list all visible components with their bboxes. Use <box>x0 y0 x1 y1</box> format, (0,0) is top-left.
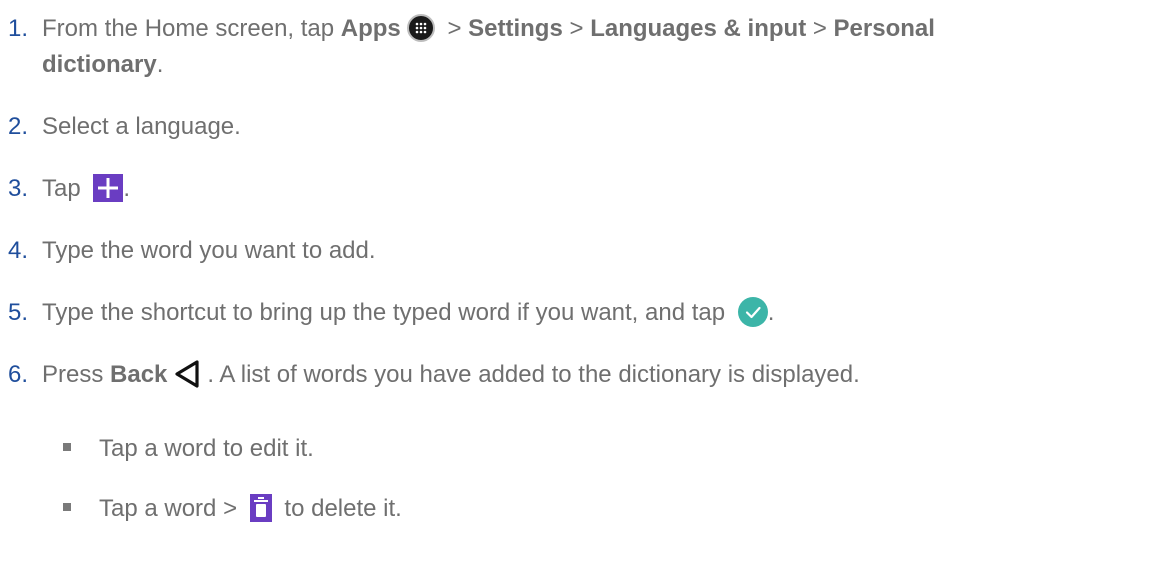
bullet-text: Tap a word > <box>99 495 244 522</box>
settings-label: Settings <box>468 15 563 42</box>
period: . <box>123 175 131 202</box>
step-text: Tap <box>42 175 88 202</box>
bullet-square-icon <box>63 502 71 511</box>
sub-bullet-2: Tap a word > to delete it. <box>63 491 1063 527</box>
separator: > <box>562 15 591 42</box>
period: . <box>156 51 164 78</box>
trash-icon <box>249 493 272 522</box>
step-5: 5. Type the shortcut to bring up the type… <box>8 295 1143 331</box>
separator: > <box>806 15 834 42</box>
personal-label: Personal <box>833 15 935 42</box>
apps-label: Apps <box>340 15 401 42</box>
step-2: 2. Select a language. <box>8 109 1143 145</box>
step-number: 1. <box>8 15 29 42</box>
step-number: 4. <box>8 237 29 264</box>
back-triangle-icon <box>173 359 201 389</box>
step-1-continuation: dictionary. <box>42 47 163 83</box>
step-3: 3. Tap . <box>8 171 1143 207</box>
step-4: 4. Type the word you want to add. <box>8 233 1143 269</box>
dictionary-label: dictionary <box>42 51 157 78</box>
bullet-square-icon <box>63 442 71 451</box>
step-number: 6. <box>8 361 29 388</box>
step-number: 2. <box>8 113 29 140</box>
separator: > <box>440 15 469 42</box>
step-text-continued: . A list of words you have added to the … <box>207 361 860 388</box>
period: . <box>767 299 775 326</box>
step-number: 3. <box>8 175 29 202</box>
step-text: Select a language. <box>42 113 241 140</box>
back-label: Back <box>110 361 168 388</box>
sub-bullet-1: Tap a word to edit it. <box>63 431 1063 467</box>
bullet-text: Tap a word to edit it. <box>99 435 314 462</box>
languages-input-label: Languages & input <box>590 15 807 42</box>
plus-icon <box>93 173 124 202</box>
step-1: 1. From the Home screen, tap Apps > Setti… <box>8 11 1143 47</box>
step-6: 6. Press Back . A list of words you have … <box>8 357 1143 393</box>
bullet-text-continued: to delete it. <box>277 495 402 522</box>
check-circle-icon <box>737 296 768 327</box>
step-text: Type the word you want to add. <box>42 237 376 264</box>
step-number: 5. <box>8 299 29 326</box>
step-text: Type the shortcut to bring up the typed … <box>42 299 732 326</box>
instructions-document: 1. From the Home screen, tap Apps > Setti… <box>0 0 1151 562</box>
step-text: Press <box>42 361 111 388</box>
step-text: From the Home screen, tap <box>42 15 341 42</box>
apps-grid-icon <box>406 13 435 42</box>
